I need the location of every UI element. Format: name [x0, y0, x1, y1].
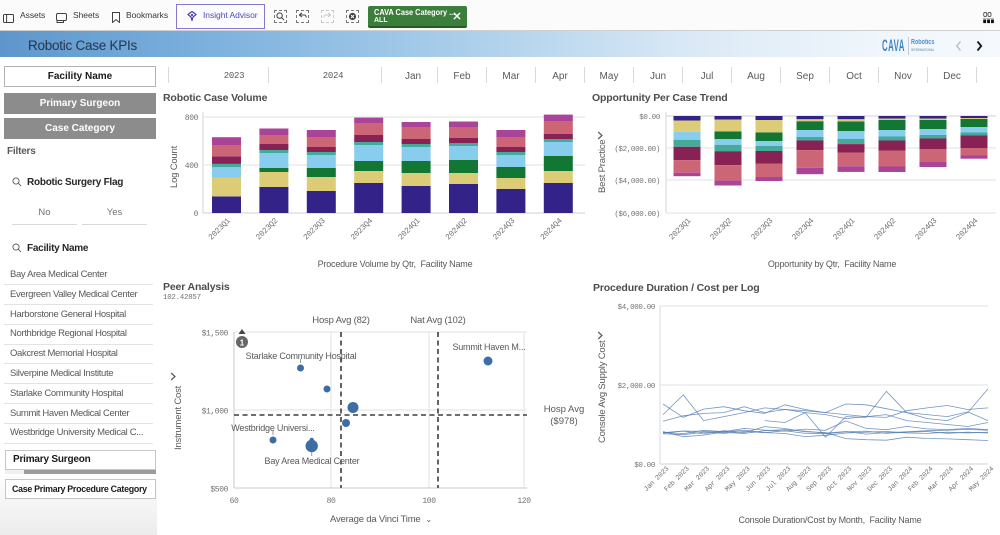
svg-text:2024Q1: 2024Q1	[832, 216, 858, 242]
svg-text:1: 1	[240, 339, 245, 348]
svg-text:2024Q2: 2024Q2	[444, 216, 470, 242]
svg-text:Starlake Community Hospital: Starlake Community Hospital	[246, 351, 357, 361]
svg-text:800: 800	[185, 114, 199, 123]
svg-text:2024Q2: 2024Q2	[873, 216, 899, 242]
svg-text:2023Q4: 2023Q4	[349, 216, 375, 242]
svg-text:$0.00: $0.00	[639, 114, 661, 122]
svg-text:$4,000.00: $4,000.00	[618, 304, 656, 312]
svg-text:($4,000.00): ($4,000.00)	[614, 178, 660, 186]
svg-text:$2,000.00: $2,000.00	[618, 383, 656, 391]
svg-text:Bay Area Medical Center: Bay Area Medical Center	[265, 456, 360, 466]
svg-text:($2,000.00): ($2,000.00)	[614, 146, 660, 154]
svg-text:60: 60	[230, 497, 239, 506]
svg-text:2023Q1: 2023Q1	[668, 216, 694, 242]
svg-text:$1,500: $1,500	[202, 330, 229, 339]
svg-text:$1,000: $1,000	[202, 408, 229, 417]
svg-text:2024Q4: 2024Q4	[955, 216, 981, 242]
svg-text:Westbridge Universi...: Westbridge Universi...	[231, 423, 314, 433]
svg-text:$500: $500	[210, 486, 228, 495]
svg-text:120: 120	[517, 497, 531, 506]
svg-text:80: 80	[327, 497, 336, 506]
svg-text:2023Q1: 2023Q1	[207, 216, 233, 242]
svg-text:2023Q2: 2023Q2	[255, 216, 281, 242]
svg-text:Nat Avg (102): Nat Avg (102)	[410, 315, 465, 326]
svg-text:2023Q3: 2023Q3	[302, 216, 328, 242]
svg-text:0: 0	[194, 210, 199, 219]
svg-text:2023Q2: 2023Q2	[709, 216, 735, 242]
svg-text:2024Q3: 2024Q3	[492, 216, 518, 242]
svg-text:2023Q4: 2023Q4	[791, 216, 817, 242]
svg-text:2024Q4: 2024Q4	[539, 216, 565, 242]
svg-text:400: 400	[185, 162, 199, 171]
svg-text:($6,000.00): ($6,000.00)	[614, 211, 660, 219]
svg-text:100: 100	[422, 497, 436, 506]
svg-text:$0.00: $0.00	[634, 462, 656, 470]
svg-text:2023Q3: 2023Q3	[750, 216, 776, 242]
svg-text:Summit Haven M...: Summit Haven M...	[452, 342, 525, 352]
svg-text:Hosp Avg (82): Hosp Avg (82)	[312, 315, 369, 326]
svg-text:2024Q1: 2024Q1	[397, 216, 423, 242]
svg-text:2024Q3: 2024Q3	[914, 216, 940, 242]
